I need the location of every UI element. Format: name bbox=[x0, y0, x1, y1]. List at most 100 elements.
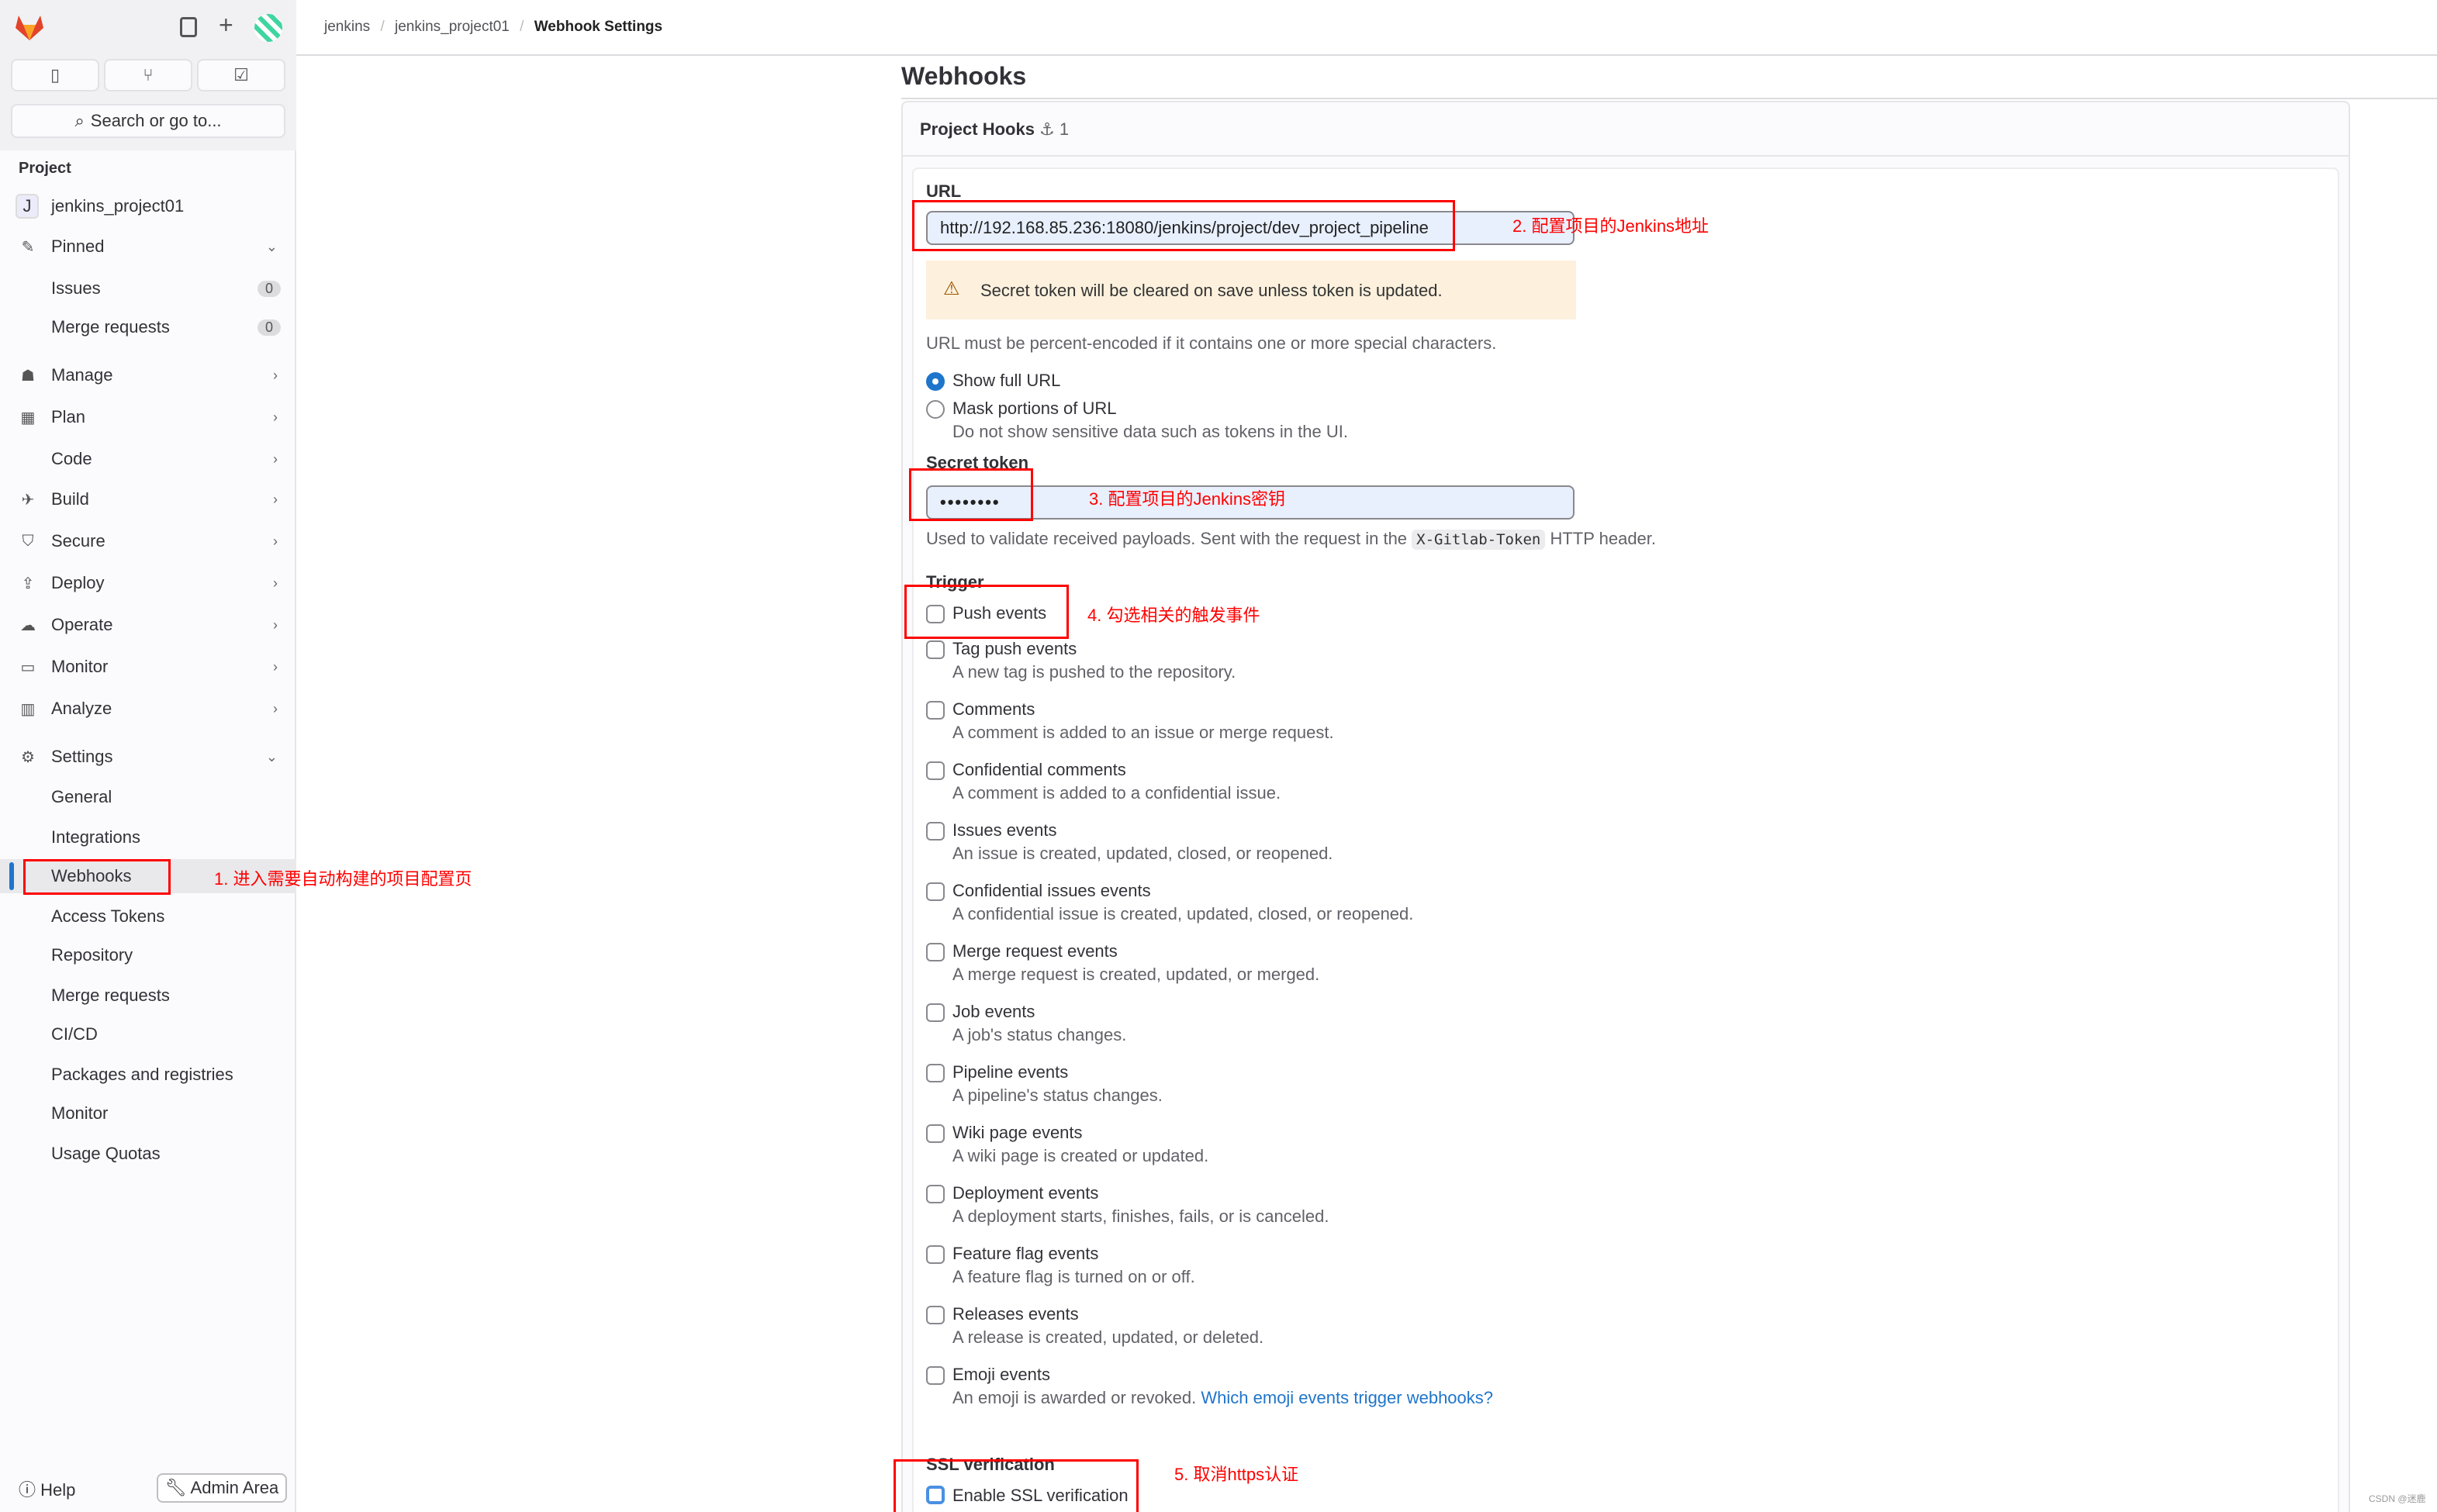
count-badge: 0 bbox=[257, 280, 281, 297]
feature-flag-events-checkbox[interactable] bbox=[926, 1245, 945, 1264]
annotation-box-5 bbox=[894, 1459, 1139, 1512]
sidebar-item-pinned[interactable]: ✎ Pinned ⌄ bbox=[0, 230, 296, 264]
webhook-form bbox=[912, 167, 2339, 1512]
card-title: Project Hooks bbox=[920, 119, 1035, 139]
job-events-checkbox[interactable] bbox=[926, 1003, 945, 1022]
sidebar-item-label: Manage bbox=[51, 365, 113, 385]
page-title: Webhooks bbox=[901, 62, 1027, 90]
calendar-icon: ▦ bbox=[20, 409, 36, 426]
alert-text: Secret token will be cleared on save unl… bbox=[980, 281, 1443, 300]
merge-request-events-description: A merge request is created, updated, or … bbox=[952, 965, 1319, 985]
sidebar-item-label: Settings bbox=[51, 747, 113, 766]
deployment-events-label: Deployment events bbox=[952, 1183, 1099, 1203]
issues-events-label: Issues events bbox=[952, 820, 1057, 840]
sidebar-item-build[interactable]: ✈ Build › bbox=[0, 482, 296, 516]
sidebar-item-secure[interactable]: ⛉ Secure › bbox=[0, 524, 296, 558]
help-button[interactable]: ⓘ Help bbox=[19, 1476, 75, 1501]
sidebar-item-label: Plan bbox=[51, 407, 86, 426]
annotation-5: 5. 取消https认证 bbox=[1174, 1465, 1299, 1484]
trigger-description: A merge request is created, updated, or … bbox=[952, 965, 1320, 984]
mask-url-radio[interactable] bbox=[926, 400, 945, 419]
sidebar-item-label: General bbox=[51, 787, 112, 806]
releases-events-checkbox[interactable] bbox=[926, 1306, 945, 1324]
trigger-description: A feature flag is turned on or off. bbox=[952, 1267, 1195, 1286]
sidebar-item-label: Merge requests bbox=[51, 317, 170, 337]
confidential-comments-label: Confidential comments bbox=[952, 760, 1126, 779]
hook-count: ⚓︎ 1 bbox=[1039, 119, 1069, 140]
count-badge: 0 bbox=[257, 319, 281, 336]
toggle-sidebar-icon[interactable] bbox=[180, 17, 197, 37]
feature-flag-events-label: Feature flag events bbox=[952, 1244, 1099, 1263]
gitlab-logo-icon[interactable] bbox=[14, 14, 45, 42]
emoji-help-link[interactable]: Which emoji events trigger webhooks? bbox=[1201, 1388, 1493, 1407]
sidebar-item-label: Deploy bbox=[51, 573, 105, 592]
sidebar-item-label: Build bbox=[51, 489, 89, 509]
confidential-issues-events-label: Confidential issues events bbox=[952, 881, 1151, 900]
mask-url-help: Do not show sensitive data such as token… bbox=[952, 422, 1348, 441]
sidebar-item-label: Code bbox=[51, 449, 92, 468]
search-button[interactable]: ⌕ Search or go to... bbox=[11, 104, 285, 138]
monitor-icon: ▭ bbox=[20, 658, 36, 676]
sidebar-item-label: Secure bbox=[51, 531, 105, 551]
issues-events-checkbox[interactable] bbox=[926, 822, 945, 841]
tag-push-events-checkbox[interactable] bbox=[926, 640, 945, 659]
sidebar-item-manage[interactable]: ☗ Manage › bbox=[0, 358, 296, 392]
comments-checkbox[interactable] bbox=[926, 701, 945, 720]
sidebar-item-issues[interactable]: Issues 0 bbox=[0, 271, 296, 306]
help-label: Help bbox=[40, 1480, 76, 1500]
sidebar-item-analyze[interactable]: ▥ Analyze › bbox=[0, 692, 296, 726]
annotation-1: 1. 进入需要自动构建的项目配置页 bbox=[214, 869, 472, 889]
breadcrumb-jenkins[interactable]: jenkins bbox=[324, 19, 370, 35]
todo-shortcut-button[interactable]: ☑ bbox=[197, 59, 285, 91]
sidebar-item-general[interactable]: General bbox=[0, 780, 296, 814]
merge-request-events-checkbox[interactable] bbox=[926, 943, 945, 961]
sidebar-item-usage-quotas[interactable]: Usage Quotas bbox=[0, 1137, 296, 1171]
sidebar-item-plan[interactable]: ▦ Plan › bbox=[0, 400, 296, 434]
secret-help-suffix: HTTP header. bbox=[1550, 529, 1657, 548]
annotation-4: 4. 勾选相关的触发事件 bbox=[1087, 606, 1260, 625]
trigger-description: An emoji is awarded or revoked. bbox=[952, 1388, 1197, 1407]
sidebar-item-monitor[interactable]: Monitor bbox=[0, 1096, 296, 1131]
issues-shortcut-button[interactable]: ▯ bbox=[11, 59, 99, 91]
pipeline-events-checkbox[interactable] bbox=[926, 1064, 945, 1082]
sidebar-item-settings[interactable]: ⚙ Settings ⌄ bbox=[0, 740, 296, 774]
sidebar-item-packages-and-registries[interactable]: Packages and registries bbox=[0, 1058, 296, 1092]
sidebar-item-integrations[interactable]: Integrations bbox=[0, 820, 296, 854]
merge-requests-shortcut-button[interactable]: ⑂ bbox=[104, 59, 192, 91]
project-link[interactable]: J jenkins_project01 bbox=[0, 189, 296, 223]
warning-alert: ⚠ Secret token will be cleared on save u… bbox=[926, 261, 1576, 319]
sidebar-item-code[interactable]: Code › bbox=[0, 442, 296, 476]
sidebar-item-monitor[interactable]: ▭ Monitor › bbox=[0, 650, 296, 684]
sidebar-item-ci-cd[interactable]: CI/CD bbox=[0, 1017, 296, 1051]
sidebar-item-label: Monitor bbox=[51, 1103, 109, 1123]
confidential-issues-events-checkbox[interactable] bbox=[926, 882, 945, 901]
issues-icon: ▯ bbox=[50, 65, 60, 85]
mask-url-label: Mask portions of URL bbox=[952, 399, 1117, 418]
trigger-description: A comment is added to a confidential iss… bbox=[952, 783, 1281, 803]
chevron-right-icon: › bbox=[273, 575, 278, 591]
sidebar-item-repository[interactable]: Repository bbox=[0, 938, 296, 972]
breadcrumb-project[interactable]: jenkins_project01 bbox=[395, 19, 510, 35]
sidebar-item-label: Operate bbox=[51, 615, 113, 634]
sidebar: + ▯ ⑂ ☑ ⌕ Search or go to... Project J je… bbox=[0, 0, 296, 1512]
avatar[interactable] bbox=[254, 14, 282, 42]
confidential-comments-checkbox[interactable] bbox=[926, 761, 945, 780]
emoji-events-description: An emoji is awarded or revoked. Which em… bbox=[952, 1388, 1493, 1408]
deployment-events-checkbox[interactable] bbox=[926, 1185, 945, 1203]
top-bar: jenkins / jenkins_project01 / Webhook Se… bbox=[296, 0, 2437, 56]
sidebar-item-operate[interactable]: ☁ Operate › bbox=[0, 608, 296, 642]
divider bbox=[903, 155, 2349, 157]
admin-area-button[interactable]: 🔧︎ Admin Area bbox=[157, 1473, 287, 1503]
plus-icon[interactable]: + bbox=[219, 11, 233, 40]
sidebar-item-merge-requests[interactable]: Merge requests bbox=[0, 979, 296, 1013]
sidebar-item-deploy[interactable]: ⇪ Deploy › bbox=[0, 566, 296, 600]
sidebar-item-merge-requests[interactable]: Merge requests 0 bbox=[0, 310, 296, 344]
trigger-description: A wiki page is created or updated. bbox=[952, 1146, 1209, 1165]
wiki-page-events-checkbox[interactable] bbox=[926, 1124, 945, 1143]
project-name: jenkins_project01 bbox=[51, 196, 185, 216]
show-full-url-radio[interactable] bbox=[926, 372, 945, 391]
sidebar-item-access-tokens[interactable]: Access Tokens bbox=[0, 899, 296, 934]
emoji-events-checkbox[interactable] bbox=[926, 1366, 945, 1385]
deploy-icon: ⇪ bbox=[21, 575, 35, 592]
gear-icon: ⚙ bbox=[21, 748, 35, 766]
